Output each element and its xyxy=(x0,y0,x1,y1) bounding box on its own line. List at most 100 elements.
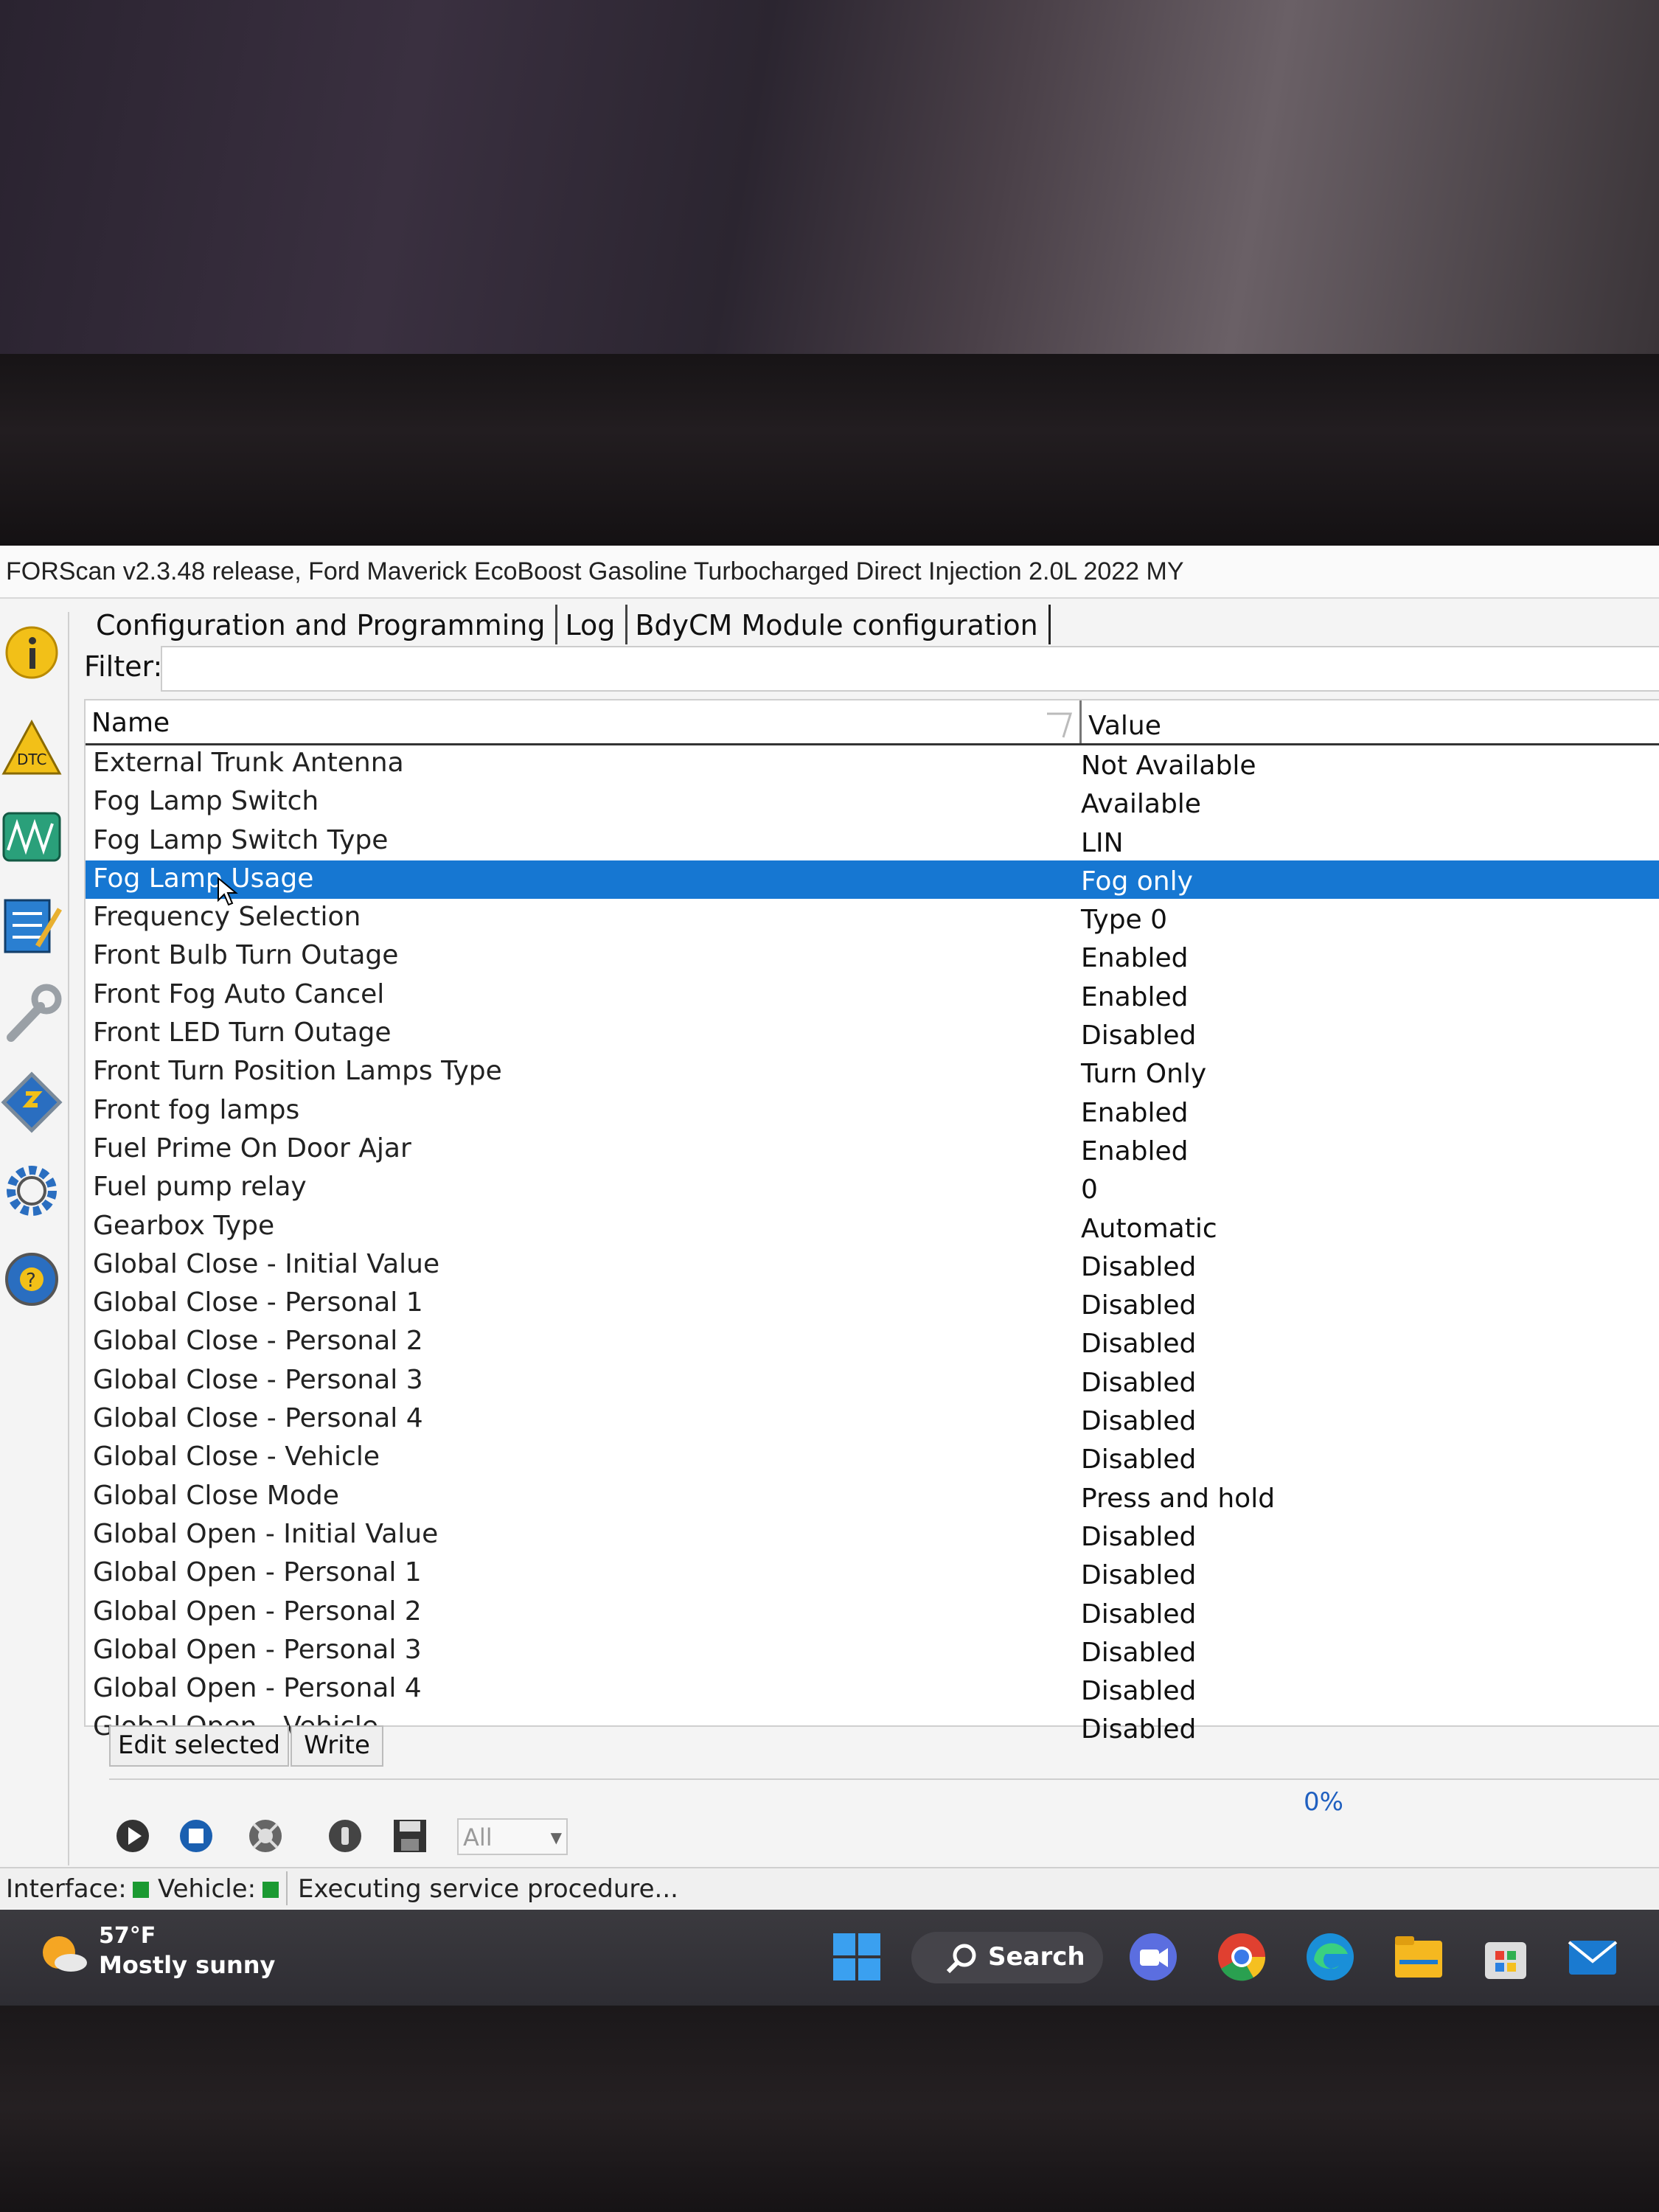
filter-select[interactable]: All ▼ xyxy=(457,1818,568,1855)
row-name: Front fog lamps xyxy=(93,1094,300,1125)
row-name: Frequency Selection xyxy=(93,902,361,933)
tab-log[interactable]: Log xyxy=(557,605,628,644)
tab-configuration-and-programming[interactable]: Configuration and Programming xyxy=(88,605,558,644)
table-row[interactable]: Front Fog Auto Cancel Enabled xyxy=(86,976,1659,1015)
status-bar: Interface: Vehicle: Executing service pr… xyxy=(0,1867,1659,1908)
table-body: External Trunk Antenna Not Available Fog L… xyxy=(86,745,1659,1747)
status-separator xyxy=(286,1871,288,1905)
vehicle-label: Vehicle: xyxy=(158,1874,257,1904)
table-row[interactable]: Fog Lamp Switch Available xyxy=(86,783,1659,821)
laptop-bottom-bezel xyxy=(0,2006,1659,2212)
table-row[interactable]: Gearbox Type Automatic xyxy=(86,1208,1659,1246)
weather-temperature[interactable]: 57°F xyxy=(99,1923,156,1949)
table-row[interactable]: Global Open - Personal 4 Disabled xyxy=(86,1670,1659,1708)
row-value: Enabled xyxy=(1081,1135,1189,1166)
row-value: Disabled xyxy=(1081,1599,1197,1630)
table-row[interactable]: Frequency Selection Type 0 xyxy=(86,899,1659,937)
stop-icon[interactable] xyxy=(174,1814,218,1858)
meet-icon[interactable] xyxy=(1124,1927,1183,1986)
table-row[interactable]: Global Open - Personal 1 Disabled xyxy=(86,1554,1659,1593)
row-name: Global Open - Personal 1 xyxy=(93,1557,422,1588)
row-name: Global Close - Personal 1 xyxy=(93,1287,423,1318)
row-value: Available xyxy=(1081,789,1201,820)
info-icon[interactable] xyxy=(323,1814,367,1858)
taskbar-search[interactable]: Search xyxy=(911,1932,1103,1983)
chrome-icon[interactable] xyxy=(1212,1927,1271,1986)
column-header-value[interactable]: Value xyxy=(1088,711,1161,741)
table-header: Name Value xyxy=(86,700,1659,745)
progress-percent: 0% xyxy=(1304,1787,1343,1817)
row-name: Global Close - Initial Value xyxy=(93,1248,440,1279)
filter-input[interactable] xyxy=(161,646,1659,692)
column-separator[interactable] xyxy=(1079,700,1082,743)
window-title: FORScan v2.3.48 release, Ford Maverick E… xyxy=(6,557,1184,585)
weather-sun-icon[interactable] xyxy=(37,1927,90,1980)
table-row[interactable]: Global Close - Initial Value Disabled xyxy=(86,1246,1659,1284)
row-value: Type 0 xyxy=(1081,905,1168,936)
sort-icon[interactable] xyxy=(1044,711,1074,740)
row-value: LIN xyxy=(1081,827,1124,858)
table-row[interactable]: Global Close - Personal 2 Disabled xyxy=(86,1323,1659,1361)
row-name: Global Close Mode xyxy=(93,1480,339,1511)
search-label: Search xyxy=(988,1942,1085,1972)
windows-start-icon[interactable] xyxy=(827,1927,886,1986)
table-row[interactable]: Global Close - Vehicle Disabled xyxy=(86,1439,1659,1477)
tab-bdycm-module-configuration[interactable]: BdyCM Module configuration xyxy=(627,605,1051,644)
row-value: Automatic xyxy=(1081,1213,1217,1244)
row-value: Disabled xyxy=(1081,1367,1197,1398)
row-value: Turn Only xyxy=(1081,1059,1207,1090)
info-icon[interactable] xyxy=(0,612,63,693)
row-name: Global Open - Personal 4 xyxy=(93,1673,422,1704)
table-row[interactable]: Global Open - Personal 3 Disabled xyxy=(86,1632,1659,1670)
row-value: Enabled xyxy=(1081,1097,1189,1128)
table-row[interactable]: Fog Lamp Usage Fog only xyxy=(86,860,1659,906)
row-value: Disabled xyxy=(1081,1329,1197,1360)
interface-status-led xyxy=(133,1882,149,1898)
play-icon[interactable] xyxy=(111,1814,155,1858)
photo-background xyxy=(0,0,1659,354)
table-row[interactable]: Front Turn Position Lamps Type Turn Only xyxy=(86,1053,1659,1091)
help-icon[interactable]: ? xyxy=(0,1239,63,1320)
file-explorer-icon[interactable] xyxy=(1389,1927,1448,1986)
table-row[interactable]: Global Open - Personal 2 Disabled xyxy=(86,1593,1659,1632)
table-row[interactable]: External Trunk Antenna Not Available xyxy=(86,745,1659,783)
row-name: Front Turn Position Lamps Type xyxy=(93,1056,502,1087)
vehicle-status-led xyxy=(262,1882,279,1898)
table-row[interactable]: Global Close - Personal 3 Disabled xyxy=(86,1362,1659,1400)
row-name: Front Fog Auto Cancel xyxy=(93,978,385,1009)
edge-icon[interactable] xyxy=(1301,1927,1360,1986)
gear-icon[interactable] xyxy=(0,1150,63,1231)
table-row[interactable]: Fog Lamp Switch Type LIN xyxy=(86,822,1659,860)
reset-icon[interactable] xyxy=(243,1814,288,1858)
wrench-icon[interactable] xyxy=(0,973,63,1054)
save-icon[interactable] xyxy=(388,1814,432,1858)
table-row[interactable]: Front fog lamps Enabled xyxy=(86,1092,1659,1130)
table-row[interactable]: Global Close - Personal 1 Disabled xyxy=(86,1284,1659,1323)
column-header-name[interactable]: Name xyxy=(91,708,170,738)
table-row[interactable]: Global Open - Initial Value Disabled xyxy=(86,1516,1659,1554)
module-chip-icon[interactable] xyxy=(0,1062,63,1143)
checklist-icon[interactable] xyxy=(0,885,63,966)
row-name: Global Close - Vehicle xyxy=(93,1441,380,1472)
config-table: Name Value External Trunk Antenna Not Ava… xyxy=(84,699,1659,1745)
table-row[interactable]: Global Close - Personal 4 Disabled xyxy=(86,1400,1659,1439)
row-name: Gearbox Type xyxy=(93,1210,275,1241)
weather-description[interactable]: Mostly sunny xyxy=(99,1951,275,1979)
write-button[interactable]: Write xyxy=(291,1725,383,1767)
table-row[interactable]: Fuel pump relay 0 xyxy=(86,1169,1659,1207)
dtc-icon[interactable]: DTC xyxy=(0,708,63,789)
table-row[interactable]: Front LED Turn Outage Disabled xyxy=(86,1015,1659,1053)
row-name: Fog Lamp Usage xyxy=(93,863,314,894)
table-row[interactable]: Fuel Prime On Door Ajar Enabled xyxy=(86,1130,1659,1169)
filter-select-value: All xyxy=(463,1823,493,1851)
windows-taskbar: 57°F Mostly sunny Search xyxy=(0,1910,1659,2006)
edit-selected-button[interactable]: Edit selected xyxy=(109,1725,289,1767)
table-row[interactable]: Global Close Mode Press and hold xyxy=(86,1478,1659,1516)
oscilloscope-icon[interactable] xyxy=(0,796,63,877)
left-toolbar: DTC ? xyxy=(0,612,69,1865)
mail-icon[interactable] xyxy=(1563,1927,1622,1986)
store-icon[interactable] xyxy=(1476,1927,1535,1986)
row-name: Fuel pump relay xyxy=(93,1172,307,1203)
table-row[interactable]: Front Bulb Turn Outage Enabled xyxy=(86,937,1659,975)
row-value: Disabled xyxy=(1081,1020,1197,1051)
